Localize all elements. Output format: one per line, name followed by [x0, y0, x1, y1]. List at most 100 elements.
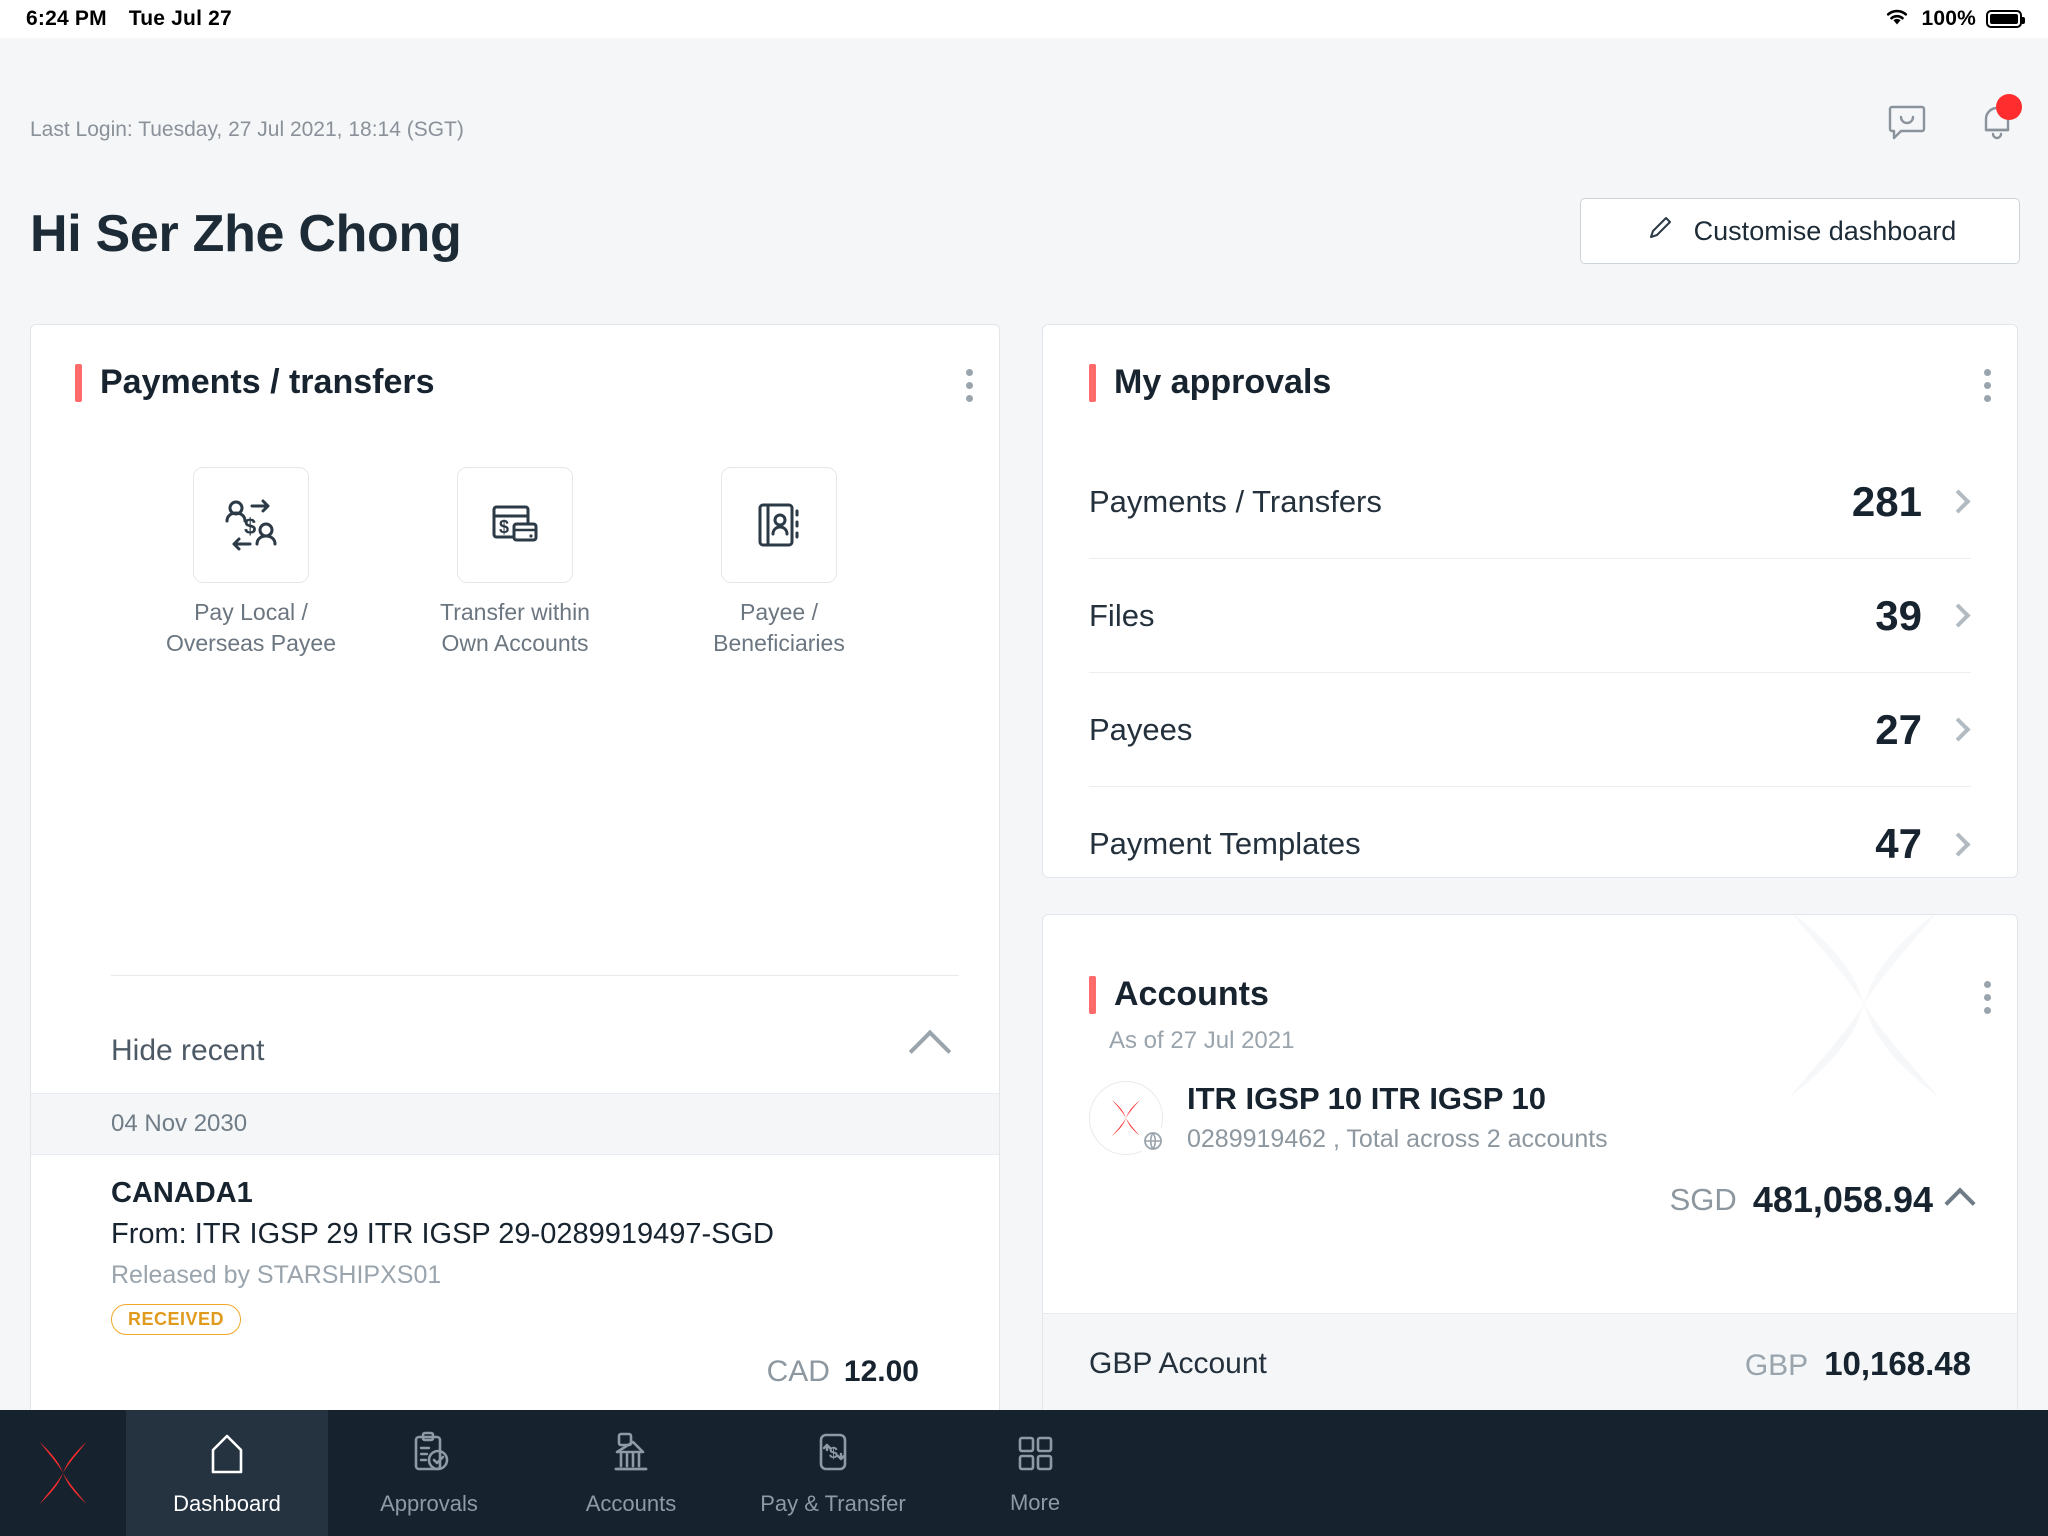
people-money-transfer-icon: $	[193, 467, 309, 583]
chevron-up-icon	[908, 1029, 952, 1073]
header-icon-group	[1884, 94, 2022, 146]
approval-count: 27	[1875, 705, 1922, 753]
transaction-date-group: 04 Nov 2030	[31, 1093, 999, 1155]
notification-bell-icon[interactable]	[1974, 94, 2022, 146]
page-title: Hi Ser Zhe Chong	[30, 205, 462, 263]
primary-account-block[interactable]: ITR IGSP 10 ITR IGSP 10 0289919462 , Tot…	[1089, 1081, 1976, 1221]
chat-icon[interactable]	[1884, 100, 1930, 146]
tab-approvals[interactable]: Approvals	[328, 1410, 530, 1536]
svg-text:$: $	[829, 1445, 838, 1462]
approval-label: Files	[1089, 597, 1155, 633]
sub-account-amount: 10,168.48	[1824, 1344, 1971, 1382]
sub-account-label: GBP Account	[1089, 1346, 1267, 1380]
list-item[interactable]: Payment Templates 47	[1089, 787, 1971, 877]
approval-count: 281	[1851, 477, 1922, 525]
hide-recent-label: Hide recent	[111, 1034, 265, 1067]
table-row[interactable]: CANADA1 From: ITR IGSP 29 ITR IGSP 29-02…	[31, 1155, 999, 1414]
approval-label: Payees	[1089, 711, 1193, 747]
decorative-brand-watermark	[1769, 915, 1959, 1099]
tab-dashboard[interactable]: Dashboard	[126, 1410, 328, 1536]
status-badge: RECEIVED	[111, 1304, 242, 1335]
transaction-actor: Released by STARSHIPXS01	[111, 1261, 442, 1289]
hide-recent-toggle[interactable]: Hide recent	[111, 1013, 959, 1089]
status-time: 6:24 PM	[26, 7, 107, 30]
transaction-amount-row: CAD 12.00	[111, 1355, 919, 1389]
address-book-icon	[721, 467, 837, 583]
list-item[interactable]: Payees 27	[1089, 673, 1971, 787]
notification-badge	[1996, 94, 2022, 120]
approvals-card-menu-icon[interactable]	[1984, 369, 1991, 408]
sub-account-currency: GBP	[1744, 1348, 1809, 1382]
approval-count: 47	[1875, 820, 1922, 867]
avatar	[1089, 1081, 1168, 1156]
bottom-navigation-bar: Dashboard Approvals Accounts $ Pay & Tra…	[0, 1410, 2048, 1536]
recent-transactions-list: 04 Nov 2030 CANADA1 From: ITR IGSP 29 IT…	[31, 1093, 999, 1447]
customise-dashboard-label: Customise dashboard	[1693, 215, 1957, 246]
accent-bar	[1089, 975, 1096, 1014]
quick-actions-row: $ Pay Local / Overseas Payee $ Transfer …	[31, 467, 999, 659]
pencil-edit-icon	[1644, 212, 1676, 251]
dashboard-page: Last Login: Tuesday, 27 Jul 2021, 18:14 …	[0, 38, 2048, 1448]
brand-logo-icon	[0, 1410, 126, 1536]
last-login-text: Last Login: Tuesday, 27 Jul 2021, 18:14 …	[30, 118, 464, 141]
quick-action-transfer-within-own-accounts[interactable]: $ Transfer within Own Accounts	[415, 467, 615, 659]
bank-icon	[607, 1430, 655, 1481]
list-item[interactable]: Payments / Transfers 281	[1089, 445, 1971, 559]
customise-dashboard-button[interactable]: Customise dashboard	[1580, 198, 2020, 264]
transaction-name: CANADA1	[111, 1177, 253, 1209]
accounts-card-header: Accounts	[1089, 975, 1269, 1014]
approval-count: 39	[1875, 591, 1922, 639]
section-divider	[111, 975, 959, 976]
tab-accounts[interactable]: Accounts	[530, 1410, 732, 1536]
accounts-card-title: Accounts	[1114, 975, 1269, 1013]
tab-label: Pay & Transfer	[760, 1490, 906, 1516]
payments-card-header: Payments / transfers	[75, 363, 435, 402]
card-wallet-icon: $	[457, 467, 573, 583]
payments-transfers-card: Payments / transfers $ Pay Local / Overs…	[30, 324, 1000, 1448]
chevron-right-icon	[1946, 831, 1971, 857]
approval-label: Payments / Transfers	[1089, 483, 1382, 519]
account-subtitle: 0289919462 , Total across 2 accounts	[1187, 1125, 1608, 1153]
my-approvals-card: My approvals Payments / Transfers 281 Fi…	[1042, 324, 2018, 878]
quick-action-payee-beneficiaries[interactable]: Payee / Beneficiaries	[679, 467, 879, 659]
battery-percent: 100%	[1921, 7, 1976, 30]
transaction-amount: 12.00	[843, 1355, 919, 1388]
tab-label: Approvals	[380, 1490, 478, 1516]
status-date: Tue Jul 27	[128, 7, 232, 30]
svg-text:$: $	[244, 514, 256, 539]
accent-bar	[75, 363, 82, 402]
accounts-card-menu-icon[interactable]	[1984, 981, 1991, 1020]
tab-pay-and-transfer[interactable]: $ Pay & Transfer	[732, 1410, 934, 1536]
payments-card-menu-icon[interactable]	[966, 369, 973, 408]
tab-label: Accounts	[585, 1490, 677, 1516]
approval-label: Payment Templates	[1089, 826, 1361, 861]
quick-action-label: Pay Local / Overseas Payee	[165, 599, 337, 657]
quick-action-pay-local-overseas-payee[interactable]: $ Pay Local / Overseas Payee	[151, 467, 351, 659]
payments-card-title: Payments / transfers	[100, 363, 435, 401]
tab-more[interactable]: More	[934, 1410, 1136, 1536]
svg-text:$: $	[499, 517, 509, 537]
account-total-currency: SGD	[1669, 1182, 1737, 1217]
accent-bar	[1089, 363, 1096, 402]
grid-icon	[1012, 1431, 1058, 1480]
transfer-money-icon: $	[809, 1430, 857, 1481]
battery-icon	[1986, 10, 2025, 28]
list-item[interactable]: Files 39	[1089, 559, 1971, 673]
approvals-card-header: My approvals	[1089, 363, 1331, 402]
accounts-as-of-date: As of 27 Jul 2021	[1109, 1027, 1295, 1054]
tab-label: More	[1009, 1489, 1061, 1515]
account-total-row[interactable]: SGD 481,058.94	[1089, 1179, 1976, 1221]
transaction-from: From: ITR IGSP 29 ITR IGSP 29-0289919497…	[111, 1218, 774, 1250]
clipboard-check-icon	[405, 1430, 453, 1481]
home-icon	[203, 1430, 251, 1481]
approvals-card-title: My approvals	[1114, 363, 1332, 401]
chevron-up-icon[interactable]	[1944, 1187, 1976, 1219]
ios-status-bar: 6:24 PM Tue Jul 27 100%	[0, 0, 2048, 38]
quick-action-label: Payee / Beneficiaries	[713, 599, 845, 657]
list-item[interactable]: GBP Account GBP 10,168.48	[1043, 1314, 2017, 1414]
approvals-list: Payments / Transfers 281 Files 39 Payees…	[1089, 445, 1971, 877]
chevron-right-icon	[1946, 717, 1971, 742]
account-total-amount: 481,058.94	[1752, 1179, 1933, 1220]
wifi-icon	[1883, 6, 1911, 32]
chevron-right-icon	[1946, 603, 1971, 628]
